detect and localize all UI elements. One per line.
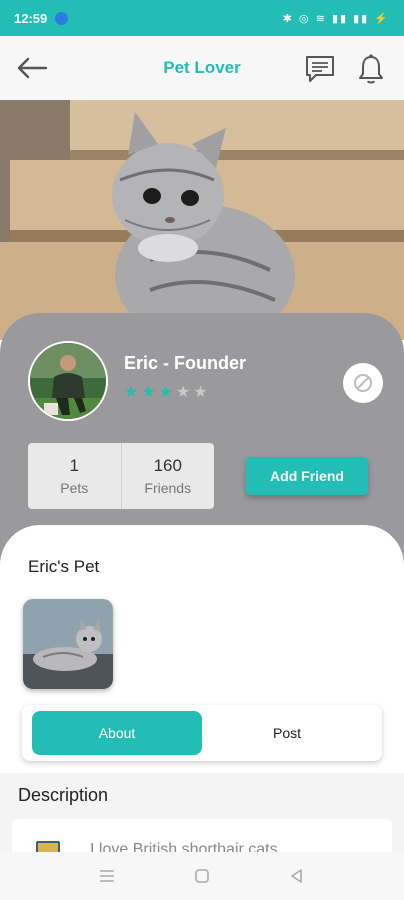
home-icon[interactable]: [192, 866, 212, 886]
arrow-left-icon[interactable]: [16, 56, 48, 80]
pets-label: Pets: [60, 480, 89, 496]
status-icons: ✱ ◎ ≋ ▮▮ ▮▮ ⚡: [282, 12, 390, 25]
chat-icon[interactable]: [304, 54, 336, 84]
menu-icon[interactable]: [97, 866, 117, 886]
page-title: Pet Lover: [163, 58, 241, 77]
star-icon: ★: [158, 384, 174, 401]
profile-name: Eric - Founder: [124, 353, 247, 373]
pet-thumbnail[interactable]: [23, 599, 113, 689]
profile-tabs: About Post: [22, 705, 382, 761]
messenger-icon: [55, 11, 69, 25]
star-icon: ★: [193, 384, 208, 401]
friends-label: Friends: [144, 480, 192, 496]
star-icon: ★: [176, 384, 191, 401]
stat-pets[interactable]: 1 Pets: [28, 443, 121, 509]
description-section: Description I love British shorthair cat…: [0, 773, 404, 879]
back-nav-icon[interactable]: [287, 866, 307, 886]
pets-count: 1: [69, 456, 79, 475]
avatar[interactable]: [28, 341, 108, 421]
pet-section-title: Eric's Pet: [28, 557, 100, 576]
add-friend-button[interactable]: Add Friend: [246, 457, 368, 495]
star-icon: ★: [141, 384, 156, 401]
block-icon: [354, 374, 372, 392]
status-bar: 12:59 ✱ ◎ ≋ ▮▮ ▮▮ ⚡: [0, 0, 404, 36]
app-bar: Pet Lover: [0, 36, 404, 100]
status-time: 12:59: [14, 10, 48, 26]
system-nav-bar: [0, 852, 404, 900]
stat-friends[interactable]: 160 Friends: [120, 443, 215, 509]
tab-about[interactable]: About: [32, 711, 202, 755]
tab-post[interactable]: Post: [202, 711, 372, 755]
rating-stars: ★ ★ ★ ★ ★: [124, 385, 208, 401]
star-icon: ★: [124, 384, 139, 401]
stats-box: 1 Pets 160 Friends: [28, 443, 214, 509]
bell-icon[interactable]: [357, 53, 385, 85]
friends-count: 160: [153, 456, 182, 475]
cover-photo: [0, 100, 404, 340]
description-title: Description: [18, 785, 109, 805]
block-button[interactable]: [343, 363, 383, 403]
